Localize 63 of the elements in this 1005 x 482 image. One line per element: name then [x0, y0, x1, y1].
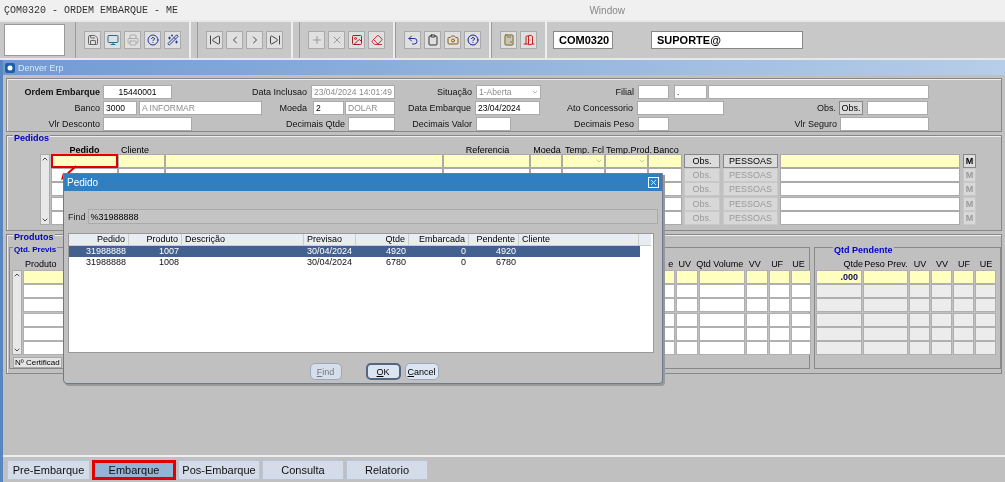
list-cell-text: 6780: [494, 257, 517, 268]
column-header: Pendente: [469, 234, 519, 245]
list-cell-text: 30/04/2024: [306, 257, 354, 268]
list-cell-text: 1008: [157, 257, 180, 268]
list-cell-text: 31988888: [84, 246, 127, 257]
section-title: Produtos: [13, 232, 55, 242]
field-label: Situação: [435, 86, 472, 97]
column-header: Cliente: [519, 234, 639, 245]
list-cell-text: 4920: [384, 246, 407, 257]
column-header: UV: [678, 258, 692, 269]
column-header: UF: [771, 258, 784, 269]
field-label: Moeda: [278, 102, 307, 113]
field-label: Vlr Desconto: [47, 118, 100, 129]
field-label: Decimais Qtde: [284, 118, 345, 129]
certificado-label: Nº Certificad: [13, 357, 62, 368]
column-header: Peso Prev.: [863, 259, 909, 269]
column-header: Pedido: [69, 234, 129, 245]
column-header: Cliente: [120, 144, 150, 155]
column-header: UE: [792, 258, 805, 269]
column-header: Produto: [24, 258, 57, 269]
field-label: Filial: [614, 86, 634, 97]
column-header: Qtde: [842, 259, 863, 269]
column-header: Produto: [129, 234, 182, 245]
list-cell-text: 30/04/2024: [306, 246, 354, 257]
field-label: Obs.: [816, 102, 836, 113]
list-cell-text: 6780: [384, 257, 407, 268]
group-title: Qtd. Previs: [13, 245, 58, 254]
column-header: Referencia: [464, 144, 511, 155]
column-header: VV: [935, 259, 949, 269]
group-title: Qtd Pendente: [833, 245, 894, 255]
list-cell-text: 0: [460, 246, 467, 257]
inner-window-title: Denver Erp: [18, 62, 64, 73]
field-label: Ordem Embarque: [23, 86, 100, 97]
column-header: UE: [978, 259, 994, 269]
field-label: Decimais Valor: [411, 118, 472, 129]
column-header: Qtde: [356, 234, 409, 245]
column-header: Moeda: [532, 144, 562, 155]
user-field: SUPORTE@: [651, 31, 803, 49]
field-label: Banco: [73, 102, 100, 113]
field-label: Decimais Peso: [572, 118, 634, 129]
field-label: Data Inclusao: [250, 86, 307, 97]
list-cell-text: 1007: [157, 246, 180, 257]
list-cell-text: 31988888: [84, 257, 127, 268]
column-header: UV: [912, 259, 928, 269]
column-header: Embarcada: [409, 234, 469, 245]
field-label: Data Embarque: [406, 102, 471, 113]
list-cell-text: 4920: [494, 246, 517, 257]
window-title: ÇOM0320 - ORDEM EMBARQUE - ME: [4, 4, 179, 16]
section-title: Pedidos: [13, 133, 50, 143]
column-header: UF: [957, 259, 971, 269]
field-label: Ato Concessorio: [565, 102, 633, 113]
program-field: COM0320: [553, 31, 613, 49]
column-header: Pedido: [68, 144, 101, 155]
column-header: e: [668, 258, 674, 269]
list-cell-text: 0: [460, 257, 467, 268]
find-label: Find: [68, 211, 86, 222]
column-header: Descrição: [182, 234, 304, 245]
column-header: Temp. Fcl: [564, 144, 605, 155]
column-header: VV: [748, 258, 761, 269]
field-label: Vlr Seguro: [793, 118, 837, 129]
dialog-title: Pedido: [67, 177, 99, 188]
column-header: Qtd Volume: [696, 258, 744, 269]
column-header: Previsao: [304, 234, 356, 245]
